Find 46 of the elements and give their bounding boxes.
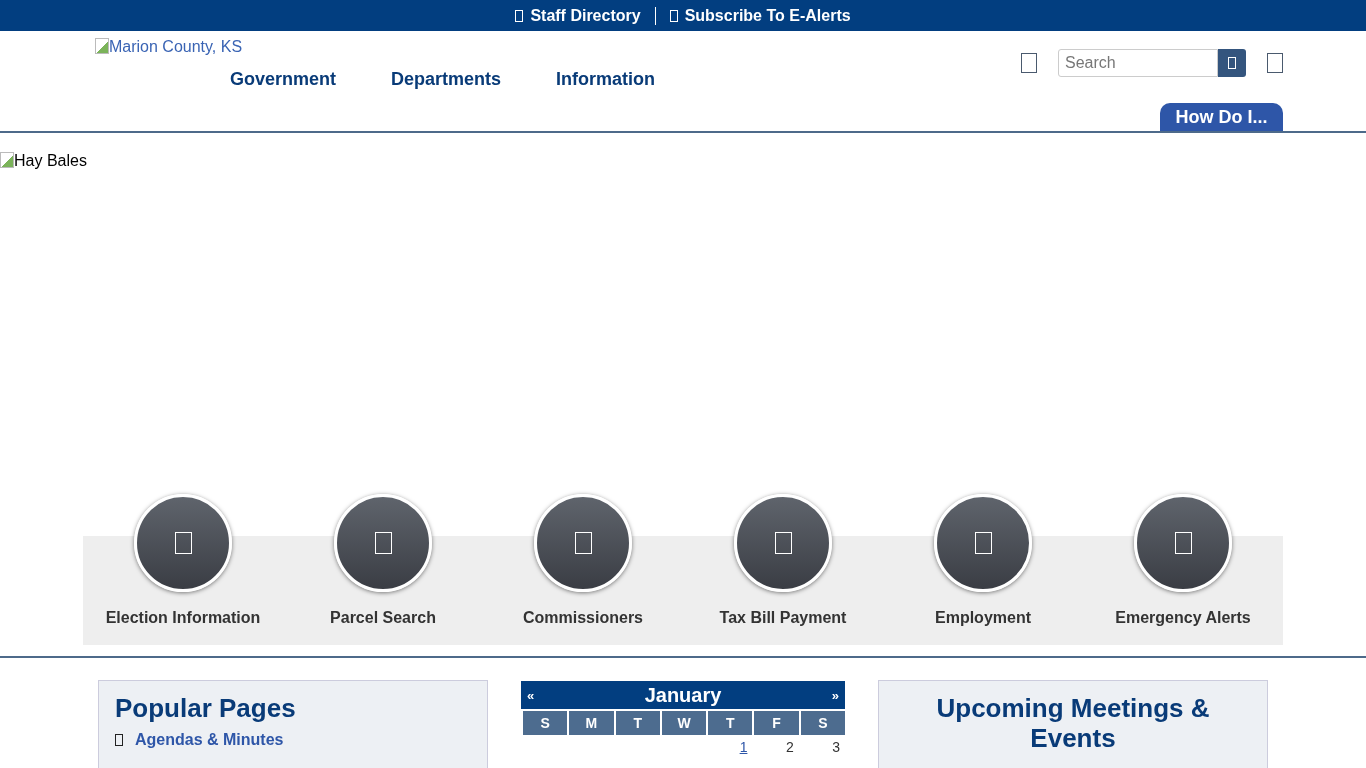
missing-glyph-icon bbox=[1228, 57, 1236, 69]
nav-link[interactable]: Departments bbox=[391, 69, 502, 90]
next-month-link[interactable]: » bbox=[831, 687, 839, 703]
quick-link[interactable]: Election Information bbox=[105, 609, 261, 627]
month-title: January bbox=[644, 683, 722, 707]
circle-icon[interactable] bbox=[1134, 494, 1232, 592]
weekday-header: F bbox=[752, 709, 799, 735]
circle-icon[interactable] bbox=[134, 494, 232, 592]
broken-image-icon bbox=[0, 152, 14, 168]
logo-alt-text[interactable]: Marion County, KS bbox=[95, 38, 243, 56]
weekday-header: T bbox=[613, 709, 660, 735]
how-do-i-button[interactable]: How Do I... bbox=[1160, 103, 1283, 131]
day-number: 2 bbox=[785, 739, 794, 755]
weekday-header: T bbox=[706, 709, 753, 735]
quick-link[interactable]: Emergency Alerts bbox=[1115, 609, 1251, 627]
weekday-header: W bbox=[659, 709, 707, 735]
search-button[interactable] bbox=[1218, 49, 1246, 77]
card-title: Upcoming Meetings & Events bbox=[935, 693, 1211, 753]
nav-link[interactable]: Information bbox=[556, 69, 656, 90]
missing-glyph-icon bbox=[669, 9, 678, 22]
weekday-header: S bbox=[798, 709, 845, 735]
missing-glyph-icon bbox=[515, 9, 524, 22]
quick-link[interactable]: Parcel Search bbox=[330, 609, 436, 627]
weekday-header: M bbox=[567, 709, 614, 735]
quick-link[interactable]: Tax Bill Payment bbox=[719, 609, 847, 627]
quick-link[interactable]: Commissioners bbox=[522, 609, 643, 627]
broken-image-icon bbox=[95, 38, 109, 54]
top-bar-link[interactable]: Staff Directory bbox=[515, 6, 641, 25]
nav-link[interactable]: Government bbox=[230, 69, 337, 90]
hero-image-alt-text: Hay Bales bbox=[0, 152, 87, 170]
search-field[interactable]: Search bbox=[1058, 49, 1218, 77]
previous-month-link[interactable]: « bbox=[527, 687, 535, 703]
circle-icon[interactable] bbox=[934, 494, 1032, 592]
circle-icon[interactable] bbox=[734, 494, 832, 592]
popular-page-link[interactable]: Agendas & Minutes bbox=[135, 731, 284, 749]
card-title: Popular Pages bbox=[115, 693, 297, 723]
circle-icon[interactable] bbox=[334, 494, 432, 592]
circle-icon[interactable] bbox=[534, 494, 632, 592]
day-link[interactable]: 1 bbox=[739, 739, 748, 755]
missing-glyph-icon bbox=[115, 734, 123, 746]
day-number: 3 bbox=[832, 739, 840, 755]
top-bar-link[interactable]: Subscribe To E-Alerts bbox=[669, 6, 851, 25]
missing-glyph-icon[interactable] bbox=[1021, 53, 1037, 73]
weekday-header: S bbox=[521, 709, 568, 735]
missing-glyph-icon[interactable] bbox=[1267, 53, 1283, 73]
quick-link[interactable]: Employment bbox=[935, 609, 1031, 627]
